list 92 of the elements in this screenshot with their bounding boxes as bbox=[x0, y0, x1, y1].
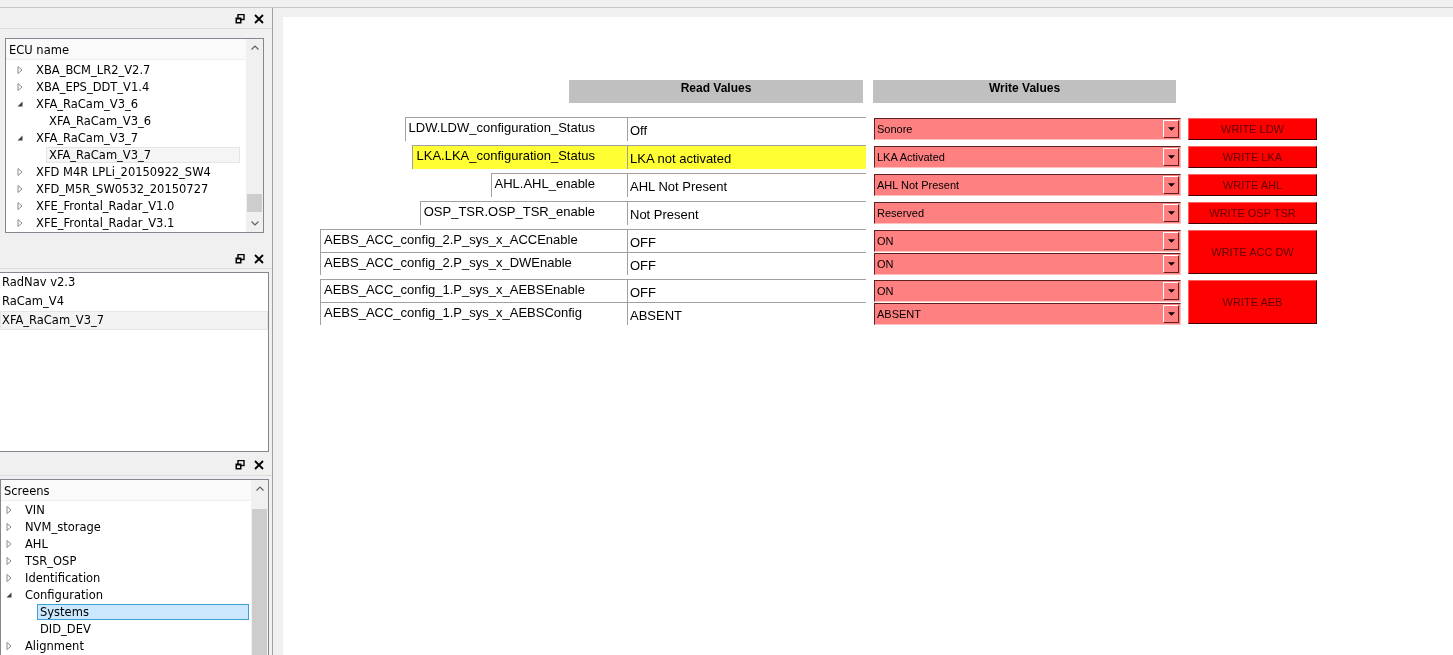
tree-item[interactable]: Configuration bbox=[22, 587, 106, 604]
collapsed-triangle-icon[interactable] bbox=[16, 65, 24, 74]
expanded-triangle-icon[interactable] bbox=[5, 591, 13, 600]
value-dropdown[interactable]: ON bbox=[874, 253, 1181, 275]
scrollbar-thumb[interactable] bbox=[252, 509, 267, 655]
read-value: OFF bbox=[627, 252, 866, 275]
scrollbar[interactable] bbox=[246, 39, 263, 233]
dropdown-arrow-icon bbox=[1167, 210, 1175, 216]
tree-item[interactable]: Alignment bbox=[22, 638, 87, 655]
collapsed-triangle-icon[interactable] bbox=[5, 523, 13, 532]
tree-item[interactable]: XFA_RaCam_V3_6 bbox=[46, 112, 155, 129]
read-value: AHL Not Present bbox=[627, 173, 866, 197]
restore-icon[interactable] bbox=[235, 253, 245, 264]
collapsed-triangle-icon[interactable] bbox=[5, 540, 13, 549]
collapsed-triangle-icon[interactable] bbox=[16, 218, 24, 227]
scrollbar-thumb[interactable] bbox=[247, 194, 262, 213]
tree-item[interactable]: TSR_OSP bbox=[22, 553, 80, 570]
value-dropdown[interactable]: ON bbox=[874, 230, 1181, 252]
collapsed-triangle-icon[interactable] bbox=[5, 642, 13, 651]
collapsed-triangle-icon[interactable] bbox=[16, 184, 24, 193]
value-dropdown[interactable]: LKA Activated bbox=[874, 146, 1181, 168]
collapsed-triangle-icon[interactable] bbox=[16, 201, 24, 210]
dropdown-arrow-icon bbox=[1167, 182, 1175, 188]
read-value: OFF bbox=[627, 279, 866, 302]
tree-item[interactable]: Identification bbox=[22, 570, 104, 587]
field-label: AEBS_ACC_config_1.P_sys_x_AEBSConfig bbox=[320, 302, 627, 325]
write-button[interactable]: WRITE LDW bbox=[1188, 118, 1317, 140]
dropdown-arrow-icon bbox=[1167, 154, 1175, 160]
field-label: AEBS_ACC_config_2.P_sys_x_ACCEnable bbox=[320, 229, 627, 252]
field-label: AEBS_ACC_config_1.P_sys_x_AEBSEnable bbox=[320, 279, 627, 302]
read-value: LKA not activated bbox=[627, 145, 866, 169]
dropdown-arrow-icon bbox=[1167, 126, 1175, 132]
write-button[interactable]: WRITE LKA bbox=[1188, 146, 1317, 168]
restore-icon[interactable] bbox=[235, 460, 245, 471]
write-button[interactable]: WRITE OSP TSR bbox=[1188, 202, 1317, 224]
read-value: Not Present bbox=[627, 201, 866, 225]
tree-item[interactable]: XFA_RaCam_V3_7 bbox=[33, 129, 142, 146]
column-header: Screens bbox=[1, 480, 251, 501]
expanded-triangle-icon[interactable] bbox=[16, 99, 24, 108]
collapsed-triangle-icon[interactable] bbox=[5, 574, 13, 583]
restore-icon[interactable] bbox=[235, 13, 245, 24]
read-value: ABSENT bbox=[627, 302, 866, 325]
tree-item[interactable]: XFD M4R LPLi_20150922_SW4 bbox=[33, 163, 214, 180]
value-dropdown[interactable]: AHL Not Present bbox=[874, 174, 1181, 196]
scroll-down-icon[interactable] bbox=[250, 221, 259, 227]
collapsed-triangle-icon[interactable] bbox=[16, 167, 24, 176]
tree-item[interactable]: DID_DEV bbox=[37, 621, 94, 638]
column-header: ECU name bbox=[6, 39, 246, 61]
write-button[interactable]: WRITE AEB bbox=[1188, 280, 1317, 324]
collapsed-triangle-icon[interactable] bbox=[5, 557, 13, 566]
dropdown-arrow-icon bbox=[1167, 288, 1175, 294]
field-label: AHL.AHL_enable bbox=[490, 173, 627, 197]
list-item[interactable]: RadNav v2.3 bbox=[0, 273, 268, 293]
field-label: LDW.LDW_configuration_Status bbox=[404, 117, 627, 141]
field-label: AEBS_ACC_config_2.P_sys_x_DWEnable bbox=[320, 252, 627, 275]
tree-item[interactable]: NVM_storage bbox=[22, 519, 104, 536]
close-icon[interactable] bbox=[254, 460, 264, 471]
tree-item[interactable]: XBA_BCM_LR2_V2.7 bbox=[33, 61, 154, 78]
scroll-up-icon[interactable] bbox=[250, 45, 259, 51]
read-value: Off bbox=[627, 117, 866, 141]
value-dropdown[interactable]: ON bbox=[874, 280, 1181, 302]
tree-item[interactable]: AHL bbox=[22, 536, 51, 553]
dropdown-arrow-icon bbox=[1167, 238, 1175, 244]
list-item[interactable]: RaCam_V4 bbox=[0, 292, 268, 312]
close-icon[interactable] bbox=[254, 13, 264, 24]
scrollbar[interactable] bbox=[251, 480, 268, 655]
tree-item[interactable]: VIN bbox=[22, 502, 48, 519]
tree-item[interactable]: XFA_RaCam_V3_6 bbox=[33, 95, 142, 112]
list-item[interactable]: XFA_RaCam_V3_7 bbox=[0, 311, 268, 331]
tree-item[interactable]: XFE_Frontal_Radar_V3.1 bbox=[33, 214, 178, 231]
value-dropdown[interactable]: Reserved bbox=[874, 202, 1181, 224]
tree-item[interactable]: XFD_M5R_SW0532_20150727 bbox=[33, 180, 212, 197]
dropdown-arrow-icon bbox=[1167, 311, 1175, 317]
write-button[interactable]: WRITE ACC DW bbox=[1188, 230, 1317, 274]
write-button[interactable]: WRITE AHL bbox=[1188, 174, 1317, 196]
tree-item[interactable]: XFA_RaCam_V3_7 bbox=[46, 146, 240, 163]
tree-item[interactable]: Systems bbox=[37, 604, 249, 621]
value-dropdown[interactable]: ABSENT bbox=[874, 303, 1181, 325]
expanded-triangle-icon[interactable] bbox=[16, 133, 24, 142]
collapsed-triangle-icon[interactable] bbox=[16, 82, 24, 91]
field-label: LKA.LKA_configuration_Status bbox=[412, 145, 627, 169]
collapsed-triangle-icon[interactable] bbox=[5, 506, 13, 515]
close-icon[interactable] bbox=[254, 253, 264, 264]
tree-item[interactable]: XBA_EPS_DDT_V1.4 bbox=[33, 78, 153, 95]
dropdown-arrow-icon bbox=[1167, 261, 1175, 267]
scroll-up-icon[interactable] bbox=[255, 486, 264, 491]
tree-item[interactable]: XFE_Frontal_Radar_V1.0 bbox=[33, 197, 178, 214]
column-header: Write Values bbox=[873, 80, 1176, 103]
read-value: OFF bbox=[627, 229, 866, 252]
field-label: OSP_TSR.OSP_TSR_enable bbox=[419, 201, 627, 225]
column-header: Read Values bbox=[569, 80, 863, 103]
value-dropdown[interactable]: Sonore bbox=[874, 118, 1181, 140]
